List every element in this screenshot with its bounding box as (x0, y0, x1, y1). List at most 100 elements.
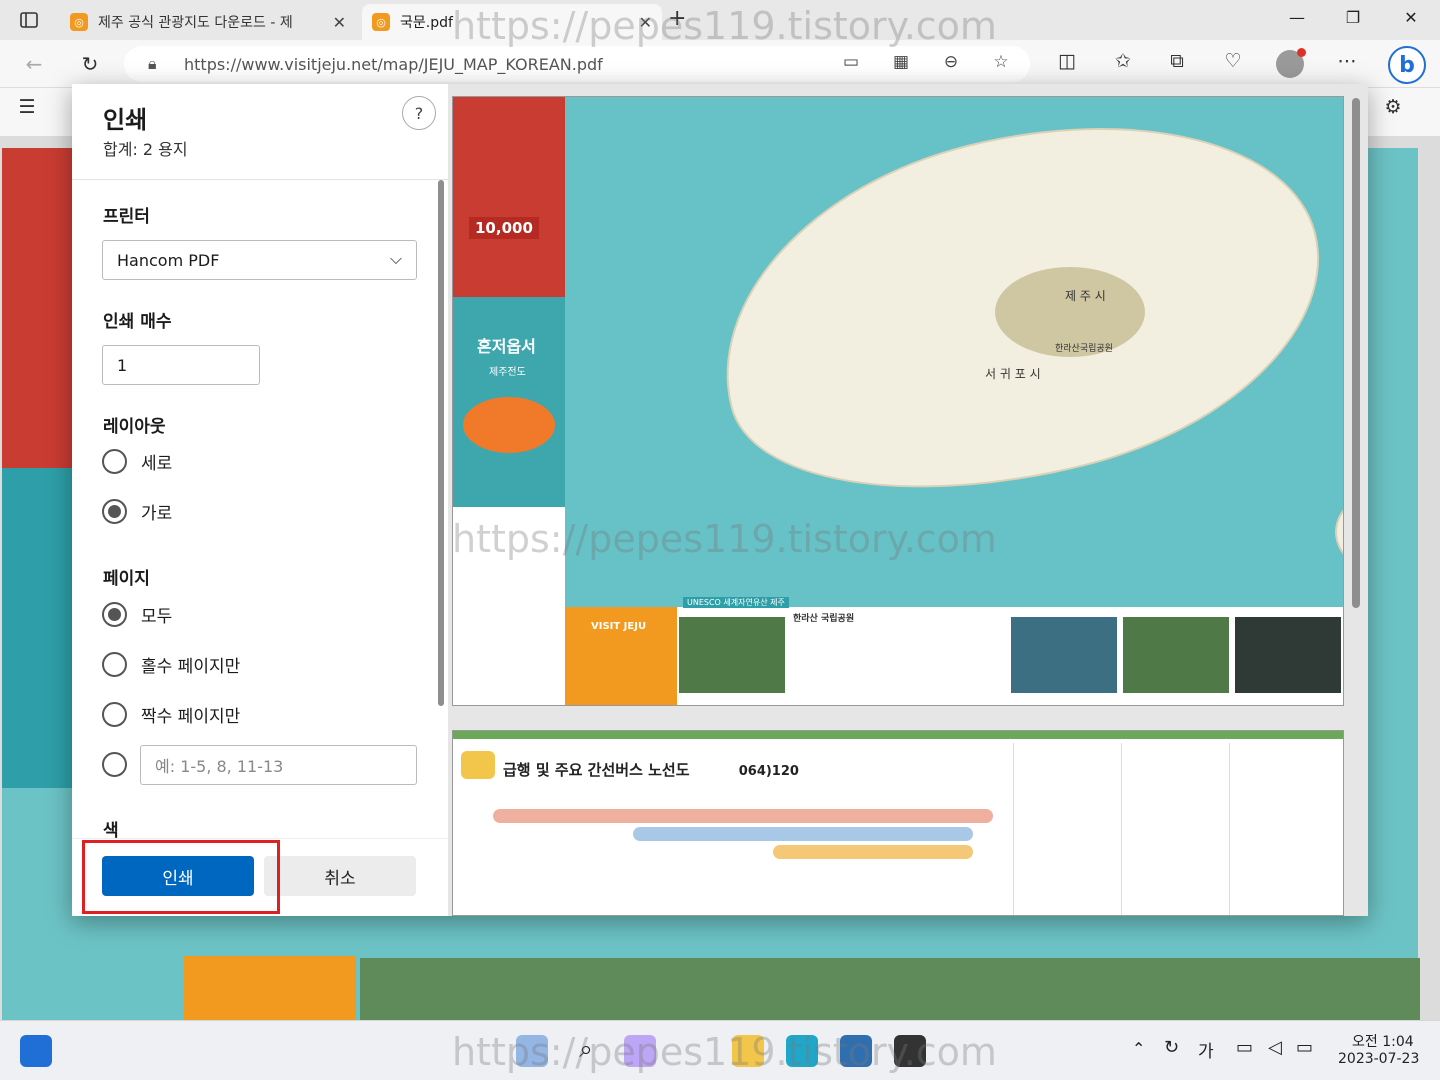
photo-thumbnail (1235, 617, 1341, 693)
network-icon[interactable]: ▭ (1236, 1037, 1253, 1058)
hallasan-label: 한라산 국립공원 (793, 614, 855, 624)
copies-value: 1 (117, 355, 128, 375)
preview-scrollbar[interactable] (1352, 98, 1360, 608)
mini-island-map (463, 397, 555, 453)
ime-indicator[interactable]: 가 (1198, 1037, 1214, 1062)
brochure-panel: 혼저옵서 제주전도 (453, 297, 565, 507)
pages-custom-option[interactable] (102, 752, 141, 777)
radio-portrait[interactable] (102, 449, 127, 474)
copies-label: 인쇄 매수 (103, 312, 172, 332)
visit-jeju-label: VISIT JEJU (591, 621, 647, 632)
page-range-placeholder: 예: 1-5, 8, 11-13 (155, 757, 284, 776)
photo-thumbnail (1011, 617, 1117, 693)
city-label-jeju: 제 주 시 (1065, 289, 1106, 303)
settings-gear-icon[interactable]: ⚙ (1378, 96, 1408, 118)
radio-all[interactable] (102, 602, 127, 627)
layout-landscape-option[interactable]: 가로 (102, 499, 172, 524)
split-screen-icon[interactable]: ◫ (1052, 50, 1082, 72)
browser-essentials-icon[interactable]: ♡ (1218, 50, 1248, 72)
ad-panel: 10,000 (453, 97, 565, 297)
annotation-highlight-box (82, 840, 280, 914)
back-icon[interactable]: ← (20, 50, 48, 78)
clock-date[interactable]: 2023-07-23 (1338, 1051, 1419, 1067)
option-label: 가로 (141, 504, 173, 524)
start-icon[interactable] (20, 1035, 52, 1067)
photo-thumbnail (1123, 617, 1229, 693)
bus-map-title: 급행 및 주요 간선버스 노선도 064)120 (503, 759, 799, 780)
coupon-amount: 10,000 (469, 217, 539, 239)
lock-icon: 🔒︎ (148, 54, 157, 73)
pdf-page-brochure-panel (2, 468, 74, 788)
chevron-down-icon: ⌵ (389, 249, 402, 268)
printer-label: 프린터 (103, 207, 150, 227)
photo-thumbnail (679, 617, 785, 693)
pdf-page-visit-jeju-panel (184, 956, 356, 1020)
preview-page-2: 급행 및 주요 간선버스 노선도 064)120 (452, 730, 1344, 916)
copies-input[interactable]: 1 (102, 345, 260, 385)
restore-button[interactable]: ❐ (1330, 8, 1376, 27)
tab-label: 제주 공식 관광지도 다운로드 - 제 (98, 15, 293, 31)
option-label: 모두 (141, 607, 173, 627)
page-range-input[interactable]: 예: 1-5, 8, 11-13 (140, 745, 417, 785)
bus-phone: 064)120 (738, 764, 799, 779)
refresh-icon[interactable]: ↻ (76, 50, 104, 78)
profile-avatar[interactable] (1276, 48, 1306, 78)
pdf-page-ad-panel (2, 148, 74, 468)
preview-page-1: 10,000 혼저옵서 제주전도 제 주 시 서 귀 포 시 한라산국립공원 V… (452, 96, 1344, 706)
cancel-button[interactable]: 취소 (264, 856, 416, 896)
page2-header-bar (453, 731, 1343, 739)
tab-jeju-map[interactable]: ◎ 제주 공식 관광지도 다운로드 - 제 ✕ (60, 4, 356, 40)
divider (72, 179, 448, 180)
volume-icon[interactable]: ◁ (1268, 1037, 1282, 1058)
bing-icon[interactable]: b (1388, 46, 1426, 84)
settings-scrollbar[interactable] (438, 180, 444, 706)
tray-chevron-up-icon[interactable]: ⌃ (1132, 1039, 1145, 1058)
radio-even[interactable] (102, 702, 127, 727)
close-window-button[interactable]: ✕ (1388, 8, 1434, 27)
help-button[interactable]: ? (402, 96, 436, 130)
print-preview: 10,000 혼저옵서 제주전도 제 주 시 서 귀 포 시 한라산국립공원 V… (448, 84, 1368, 916)
clock-time[interactable]: 오전 1:04 (1352, 1031, 1414, 1051)
mountain-label: 한라산국립공원 (1055, 344, 1113, 354)
sheet-total: 합계: 2 용지 (103, 140, 188, 159)
bus-route-line (493, 809, 993, 823)
onedrive-sync-icon[interactable]: ↻ (1164, 1037, 1179, 1058)
favorites-icon[interactable]: ✩ (1108, 50, 1138, 72)
visitjeju-favicon-icon: ◎ (372, 13, 390, 31)
layout-portrait-option[interactable]: 세로 (102, 449, 172, 474)
pages-all-option[interactable]: 모두 (102, 602, 172, 627)
layout-label: 레이아웃 (103, 417, 166, 437)
app-available-icon[interactable]: ▦ (888, 52, 914, 72)
pdf-page-photo-strip (360, 958, 1420, 1020)
pages-label: 페이지 (103, 569, 150, 589)
radio-landscape[interactable] (102, 499, 127, 524)
more-menu-icon[interactable]: ⋯ (1332, 50, 1362, 72)
route-info-column (1013, 743, 1117, 915)
route-info-column (1121, 743, 1225, 915)
radio-custom[interactable] (102, 752, 127, 777)
pages-even-option[interactable]: 짝수 페이지만 (102, 702, 240, 727)
pages-odd-option[interactable]: 홀수 페이지만 (102, 652, 240, 677)
immersive-reader-icon[interactable]: ▭ (838, 52, 864, 72)
unesco-label: UNESCO 세계자연유산 제주 (683, 597, 789, 608)
zoom-out-icon[interactable]: ⊖ (938, 52, 964, 72)
print-dialog: 인쇄 합계: 2 용지 ? 프린터 Hancom PDF ⌵ 인쇄 매수 1 레… (72, 84, 1368, 916)
route-info-column (1229, 743, 1333, 915)
city-label-seogwipo: 서 귀 포 시 (985, 367, 1041, 381)
radio-odd[interactable] (102, 652, 127, 677)
watermark: https://pepes119.tistory.com (452, 517, 997, 561)
tab-actions-icon[interactable] (14, 8, 44, 32)
battery-icon[interactable]: ▭ (1296, 1037, 1313, 1058)
minimize-button[interactable]: — (1274, 8, 1320, 27)
tab-close-icon[interactable]: ✕ (333, 13, 346, 32)
bus-route-line (773, 845, 973, 859)
printer-value: Hancom PDF (117, 250, 220, 270)
collections-icon[interactable]: ⧉ (1162, 50, 1192, 72)
contents-icon[interactable]: ☰ (12, 96, 42, 118)
printer-select[interactable]: Hancom PDF ⌵ (102, 240, 417, 280)
print-settings-panel: 인쇄 합계: 2 용지 ? 프린터 Hancom PDF ⌵ 인쇄 매수 1 레… (72, 84, 448, 916)
dialog-title: 인쇄 (103, 106, 148, 134)
bus-map-title-text: 급행 및 주요 간선버스 노선도 (503, 761, 690, 779)
visitjeju-favicon-icon: ◎ (70, 13, 88, 31)
favorite-star-icon[interactable]: ☆ (988, 52, 1014, 72)
